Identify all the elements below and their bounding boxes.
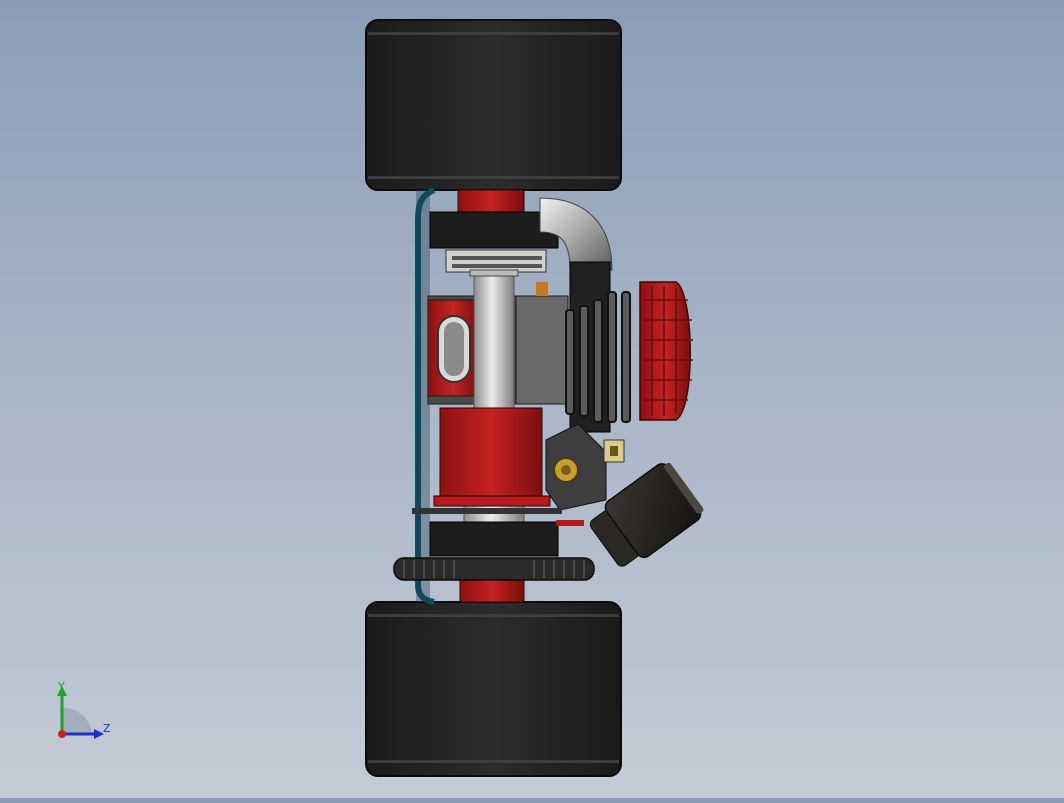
3d-viewport[interactable] xyxy=(0,0,1064,798)
rear-axle-housing[interactable] xyxy=(433,407,551,507)
orientation-triad: Y Z xyxy=(40,672,130,752)
glow-plug-head[interactable] xyxy=(639,281,693,421)
front-axle-housing[interactable] xyxy=(429,189,559,273)
x-axis-dot xyxy=(58,730,66,738)
carburetor[interactable] xyxy=(545,423,625,511)
z-axis-label: Z xyxy=(103,722,111,735)
tire-rear[interactable] xyxy=(365,601,622,777)
spur-gear[interactable] xyxy=(393,557,595,581)
y-axis-label: Y xyxy=(57,680,65,693)
tire-front[interactable] xyxy=(365,19,622,191)
cylinder-head[interactable] xyxy=(565,261,693,433)
